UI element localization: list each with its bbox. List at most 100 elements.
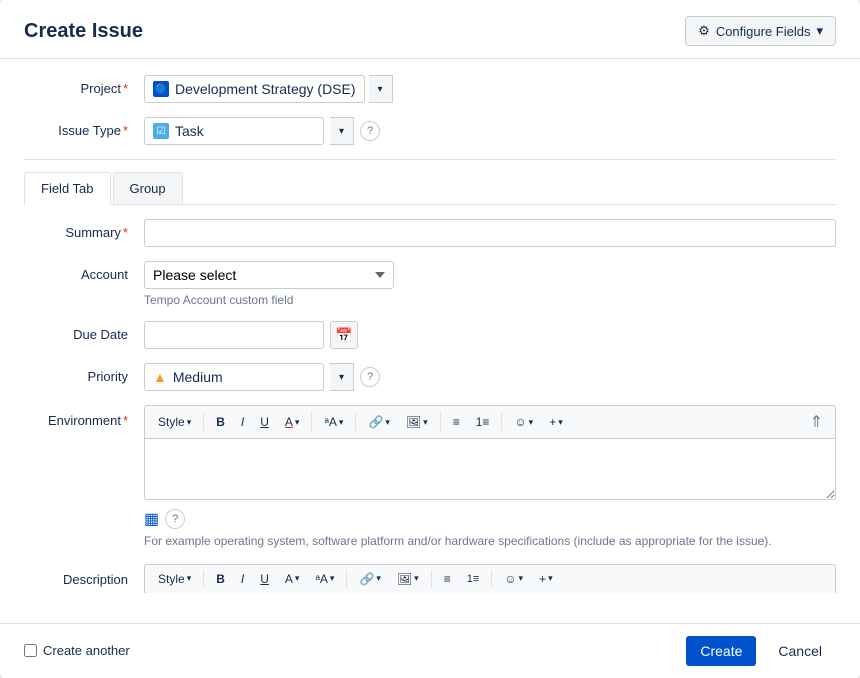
priority-select[interactable]: ▲ Medium bbox=[144, 363, 324, 391]
more-icon: + bbox=[549, 415, 556, 429]
summary-label: Summary* bbox=[24, 219, 144, 240]
environment-editor-toolbar: Style B I U A bbox=[144, 405, 836, 438]
dialog-header: Create Issue ⚙ Configure Fields ▾ bbox=[0, 0, 860, 59]
desc-separator-2 bbox=[346, 570, 347, 588]
collapse-button[interactable]: ⇑ bbox=[804, 410, 829, 434]
desc-font-size-label: ᵃA bbox=[315, 572, 327, 586]
due-date-row: Due Date 📅 bbox=[24, 321, 836, 349]
required-indicator: * bbox=[123, 413, 128, 428]
environment-field: Style B I U A bbox=[144, 405, 836, 550]
summary-input[interactable] bbox=[144, 219, 836, 247]
italic-button[interactable]: I bbox=[234, 412, 251, 432]
desc-font-size-button[interactable]: ᵃA bbox=[308, 569, 341, 589]
required-indicator: * bbox=[123, 123, 128, 138]
account-row: Account Please select Tempo Account cust… bbox=[24, 261, 836, 307]
font-size-label: ᵃA bbox=[324, 415, 336, 429]
underline-button[interactable]: U bbox=[253, 412, 276, 432]
tab-group[interactable]: Group bbox=[113, 172, 183, 204]
issue-type-dropdown-arrow[interactable]: ▾ bbox=[330, 117, 354, 145]
desc-underline-button[interactable]: U bbox=[253, 569, 276, 589]
tabs: Field Tab Group bbox=[24, 172, 836, 205]
editor-bottom: ▦ ? bbox=[144, 509, 836, 529]
desc-italic-button[interactable]: I bbox=[234, 569, 251, 589]
issue-type-help-icon[interactable]: ? bbox=[360, 121, 380, 141]
issue-type-select[interactable]: ☑ Task bbox=[144, 117, 324, 145]
text-color-button[interactable]: A bbox=[278, 412, 307, 432]
desc-bold-button[interactable]: B bbox=[209, 569, 232, 589]
description-row: Description Style B I U A ᵃA bbox=[24, 564, 836, 593]
desc-emoji-button[interactable]: ☺ bbox=[497, 569, 530, 589]
emoji-button[interactable]: ☺ bbox=[507, 412, 540, 432]
configure-dropdown-arrow: ▾ bbox=[816, 23, 823, 39]
description-label: Description bbox=[24, 564, 144, 587]
due-date-input[interactable] bbox=[144, 321, 324, 349]
date-wrapper: 📅 bbox=[144, 321, 836, 349]
priority-wrapper: ▲ Medium ▾ ? bbox=[144, 363, 836, 391]
toolbar-separator-1 bbox=[203, 413, 204, 431]
project-field: 🔵 Development Strategy (DSE) ▾ bbox=[144, 75, 836, 103]
toolbar-separator-4 bbox=[440, 413, 441, 431]
priority-help-icon[interactable]: ? bbox=[360, 367, 380, 387]
tab-field-tab[interactable]: Field Tab bbox=[24, 172, 111, 205]
priority-label: Priority bbox=[24, 363, 144, 384]
priority-value: Medium bbox=[173, 369, 223, 385]
image-icon: 🖼 bbox=[406, 415, 421, 429]
required-indicator: * bbox=[123, 225, 128, 240]
account-hint: Tempo Account custom field bbox=[144, 293, 836, 307]
priority-dropdown-arrow[interactable]: ▾ bbox=[330, 363, 354, 391]
numbered-list-button[interactable]: 1≡ bbox=[469, 412, 497, 432]
configure-fields-label: Configure Fields bbox=[716, 24, 811, 39]
project-value: Development Strategy (DSE) bbox=[175, 81, 356, 97]
account-field: Please select Tempo Account custom field bbox=[144, 261, 836, 307]
cancel-button[interactable]: Cancel bbox=[764, 636, 836, 666]
description-field: Style B I U A ᵃA 🔗 🖼 ≡ bbox=[144, 564, 836, 593]
create-button[interactable]: Create bbox=[686, 636, 756, 666]
desc-text-color-label: A bbox=[285, 572, 293, 586]
issue-type-value: Task bbox=[175, 123, 204, 139]
desc-bullet-button[interactable]: ≡ bbox=[437, 569, 458, 589]
editor-mode-icon[interactable]: ▦ bbox=[144, 509, 159, 529]
collapse-icon: ⇑ bbox=[810, 414, 823, 431]
image-button[interactable]: 🖼 bbox=[399, 412, 435, 432]
bold-button[interactable]: B bbox=[209, 412, 232, 432]
account-select[interactable]: Please select bbox=[144, 261, 394, 289]
project-select[interactable]: 🔵 Development Strategy (DSE) bbox=[144, 75, 365, 103]
more-button[interactable]: + bbox=[542, 412, 570, 432]
gear-icon: ⚙ bbox=[698, 23, 710, 39]
create-another-checkbox[interactable] bbox=[24, 644, 37, 657]
style-dropdown-button[interactable]: Style bbox=[151, 412, 198, 432]
bullet-list-button[interactable]: ≡ bbox=[446, 412, 467, 432]
account-label: Account bbox=[24, 261, 144, 282]
link-button[interactable]: 🔗 bbox=[361, 412, 396, 432]
desc-separator-3 bbox=[431, 570, 432, 588]
project-dropdown-arrow[interactable]: ▾ bbox=[369, 75, 393, 103]
summary-row: Summary* bbox=[24, 219, 836, 247]
priority-row: Priority ▲ Medium ▾ ? bbox=[24, 363, 836, 391]
desc-separator-4 bbox=[491, 570, 492, 588]
numbered-list-icon: 1≡ bbox=[476, 415, 490, 429]
environment-textarea[interactable] bbox=[144, 438, 836, 500]
emoji-icon: ☺ bbox=[514, 415, 526, 429]
issue-type-label: Issue Type* bbox=[24, 117, 144, 138]
due-date-field: 📅 bbox=[144, 321, 836, 349]
desc-numbered-button[interactable]: 1≡ bbox=[460, 570, 487, 588]
desc-style-button[interactable]: Style bbox=[151, 569, 198, 589]
toolbar-separator-3 bbox=[355, 413, 356, 431]
toolbar-separator-2 bbox=[311, 413, 312, 431]
desc-more-button[interactable]: + bbox=[532, 569, 560, 589]
desc-image-button[interactable]: 🖼 bbox=[390, 569, 426, 589]
project-icon: 🔵 bbox=[153, 81, 169, 97]
priority-icon: ▲ bbox=[153, 369, 167, 385]
bullet-list-icon: ≡ bbox=[453, 415, 460, 429]
editor-help-icon[interactable]: ? bbox=[165, 509, 185, 529]
project-select-wrapper: 🔵 Development Strategy (DSE) ▾ bbox=[144, 75, 836, 103]
required-indicator: * bbox=[123, 81, 128, 96]
link-icon: 🔗 bbox=[368, 415, 383, 429]
font-size-button[interactable]: ᵃA bbox=[317, 412, 350, 432]
configure-fields-button[interactable]: ⚙ Configure Fields ▾ bbox=[685, 16, 836, 46]
divider bbox=[24, 159, 836, 160]
calendar-icon-button[interactable]: 📅 bbox=[330, 321, 358, 349]
desc-text-color-button[interactable]: A bbox=[278, 569, 307, 589]
create-another-label[interactable]: Create another bbox=[43, 643, 130, 658]
desc-link-button[interactable]: 🔗 bbox=[352, 569, 387, 589]
